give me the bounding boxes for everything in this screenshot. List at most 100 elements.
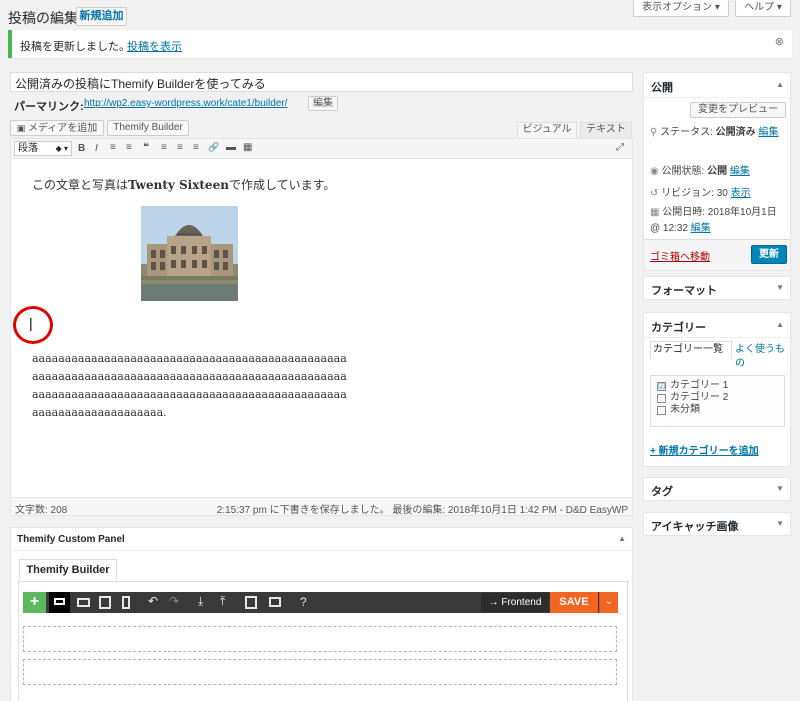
builder-add-button[interactable]: +: [23, 592, 46, 613]
visibility-row: ◉ 公開状態: 公開 編集: [650, 162, 788, 177]
duplicate-icon[interactable]: [269, 597, 281, 607]
help-icon[interactable]: ?: [300, 595, 307, 609]
date-edit-link[interactable]: 編集: [691, 223, 711, 234]
add-media-button[interactable]: ▣ メディアを追加: [10, 120, 104, 136]
dismiss-icon[interactable]: ⊗: [775, 35, 784, 48]
paragraph-prefix: この文章と写真は: [32, 178, 129, 192]
save-button[interactable]: SAVE: [550, 592, 598, 613]
media-icon: ▣: [16, 123, 26, 133]
chevron-down-icon: ◆ ▾: [55, 144, 68, 153]
format-select[interactable]: 段落 ◆ ▾: [14, 141, 72, 156]
themify-builder-tab[interactable]: Themify Builder: [19, 559, 117, 581]
date-row: ▦ 公開日時: 2018年10月1日 @ 12:32 編集: [650, 205, 788, 237]
checkbox-icon[interactable]: ☐: [657, 406, 666, 415]
layout-icon[interactable]: [245, 596, 257, 609]
save-options-button[interactable]: ⌄: [599, 592, 618, 613]
category-box-title: カテゴリー: [651, 322, 706, 334]
numbered-list-icon[interactable]: ≡: [126, 142, 132, 153]
tab-visual[interactable]: ビジュアル: [517, 122, 577, 138]
category-box: カテゴリー ▲ カテゴリー一覧 よく使うもの ☑ カテゴリー 1 ☐ カテゴリー 2…: [643, 312, 791, 467]
visibility-edit-link[interactable]: 編集: [730, 166, 750, 177]
checkbox-icon[interactable]: ☐: [657, 394, 666, 403]
autosave-status: 2:15:37 pm に下書きを保存しました。 最後の編集: 2018年10月1…: [216, 505, 628, 516]
status-edit-link[interactable]: 編集: [758, 127, 778, 138]
permalink-label: パーマリンク:: [14, 101, 84, 113]
permalink-edit-button[interactable]: 編集: [308, 96, 338, 111]
category-item-label: 未分類: [670, 404, 700, 415]
desktop-view-glyph: [54, 598, 65, 605]
collapse-icon[interactable]: ▲: [618, 534, 626, 543]
toolbar-toggle-icon[interactable]: ▦: [243, 142, 252, 153]
publish-divider: [644, 97, 790, 98]
expand-icon[interactable]: ▼: [776, 484, 784, 493]
italic-icon[interactable]: I: [95, 143, 98, 154]
publish-box: 公開 ▲ 変更をプレビュー ⚲ ステータス: 公開済み 編集 ◉ 公開状態: 公…: [643, 72, 791, 271]
align-left-icon[interactable]: ≡: [161, 142, 167, 153]
screen-options-button[interactable]: 表示オプション ▾: [633, 0, 729, 17]
category-item[interactable]: ☐ カテゴリー 2: [657, 392, 784, 404]
atomic-dome-photo: [141, 206, 238, 301]
format-box[interactable]: フォーマット ▼: [643, 276, 791, 300]
redo-icon[interactable]: ↷: [169, 594, 179, 608]
word-count: 文字数: 208: [15, 505, 68, 516]
post-title-input[interactable]: 公開済みの投稿にThemify Builderを使ってみる: [10, 72, 633, 92]
calendar-icon: ▦: [650, 207, 660, 218]
tab-text[interactable]: テキスト: [580, 122, 632, 138]
permalink-url[interactable]: http://wp2.easy-wordpress.work/cate1/bui…: [84, 98, 287, 109]
format-box-title: フォーマット: [651, 285, 717, 297]
trash-link[interactable]: ゴミ箱へ移動: [650, 248, 710, 263]
align-center-icon[interactable]: ≡: [177, 142, 183, 153]
themify-panel-title: Themify Custom Panel: [17, 534, 125, 545]
eyecatch-box-title: アイキャッチ画像: [651, 521, 739, 533]
tablet-portrait-icon[interactable]: [99, 596, 111, 609]
desktop-view-icon[interactable]: [49, 592, 70, 613]
eyecatch-box[interactable]: アイキャッチ画像 ▼: [643, 512, 791, 536]
align-right-icon[interactable]: ≡: [193, 142, 199, 153]
paragraph-bold: Twenty Sixteen: [128, 178, 229, 192]
themify-builder-button[interactable]: Themify Builder: [107, 120, 189, 136]
preview-button[interactable]: 変更をプレビュー: [690, 102, 786, 118]
visibility-value: 公開: [707, 166, 728, 177]
category-item[interactable]: ☐ 未分類: [657, 404, 784, 416]
read-more-icon[interactable]: ▬: [226, 142, 236, 153]
themify-panel-divider: [11, 550, 632, 551]
undo-icon[interactable]: ↶: [148, 594, 158, 608]
bold-icon[interactable]: B: [78, 143, 85, 154]
category-tab-all[interactable]: カテゴリー一覧: [650, 341, 732, 359]
fullscreen-icon[interactable]: ⤢: [616, 142, 624, 153]
tablet-landscape-icon[interactable]: [77, 598, 90, 607]
builder-row-placeholder[interactable]: [23, 659, 617, 685]
collapse-icon[interactable]: ▲: [776, 320, 784, 329]
collapse-icon[interactable]: ▲: [776, 80, 784, 89]
blockquote-icon[interactable]: ❝: [143, 142, 149, 153]
editor-long-text: aaaaaaaaaaaaaaaaaaaaaaaaaaaaaaaaaaaaaaaa…: [32, 352, 347, 419]
editor-container: [10, 138, 633, 516]
add-new-button[interactable]: 新規追加: [76, 7, 127, 26]
frontend-button[interactable]: → Frontend: [481, 593, 549, 612]
view-post-link[interactable]: 投稿を表示: [127, 38, 182, 54]
link-icon[interactable]: 🔗: [208, 142, 219, 153]
import-icon[interactable]: ⤓: [198, 594, 203, 609]
checkbox-icon[interactable]: ☑: [657, 382, 666, 391]
tag-box[interactable]: タグ ▼: [643, 477, 791, 501]
help-button[interactable]: ヘルプ ▾: [735, 0, 791, 17]
builder-row-placeholder[interactable]: [23, 626, 617, 652]
add-category-link[interactable]: + 新規カテゴリーを追加: [650, 442, 759, 457]
editor-toolbar: 段落 ◆ ▾ B I ≡ ≡ ❝ ≡ ≡ ≡ 🔗 ▬ ▦ ⤢: [11, 139, 632, 159]
revisions-row: ↺ リビジョン: 30 表示: [650, 184, 788, 199]
expand-icon[interactable]: ▼: [776, 519, 784, 528]
mobile-view-icon[interactable]: [122, 596, 130, 609]
category-item[interactable]: ☑ カテゴリー 1: [657, 380, 784, 392]
update-button[interactable]: 更新: [751, 245, 787, 264]
format-select-value: 段落: [18, 143, 38, 154]
revisions-link[interactable]: 表示: [731, 188, 751, 199]
editor-paragraph: この文章と写真はTwenty Sixteenで作成しています。: [32, 176, 335, 193]
category-item-label: カテゴリー 2: [670, 392, 729, 403]
expand-icon[interactable]: ▼: [776, 283, 784, 292]
category-divider: [644, 337, 790, 338]
revisions-label: リビジョン: 30: [661, 188, 728, 199]
bullet-list-icon[interactable]: ≡: [110, 142, 116, 153]
status-value: 公開済み: [715, 127, 756, 138]
export-icon[interactable]: ⤒: [220, 594, 225, 609]
category-tab-popular[interactable]: よく使うもの: [735, 343, 787, 371]
